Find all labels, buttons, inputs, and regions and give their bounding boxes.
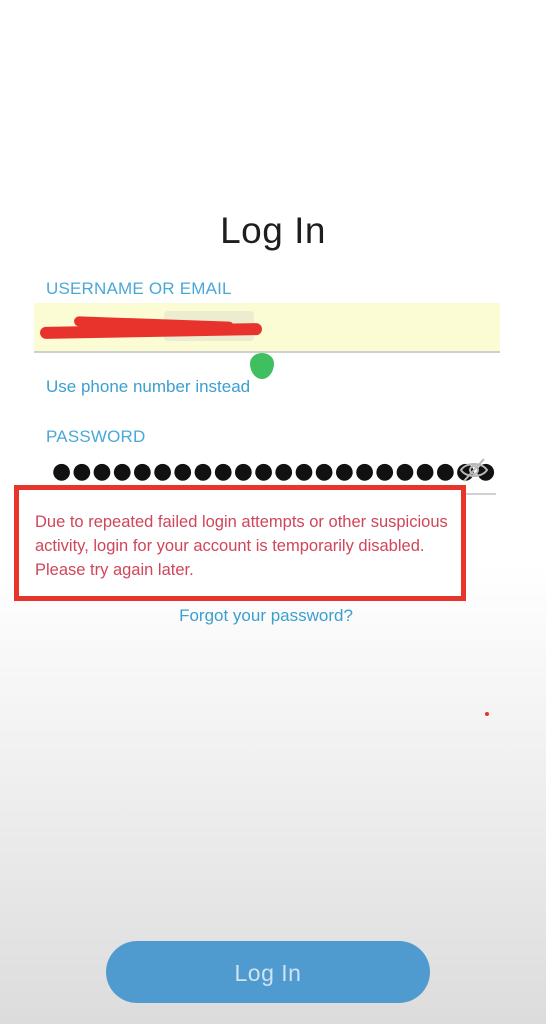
error-message: Due to repeated failed login attempts or… [35,513,448,579]
eye-slash-icon[interactable] [458,455,490,485]
forgot-password-link[interactable]: Forgot your password? [0,606,532,626]
error-message-box: Due to repeated failed login attempts or… [14,485,466,601]
page-title: Log In [220,210,326,251]
username-label: USERNAME OR EMAIL [46,279,232,298]
text-cursor-handle[interactable] [250,353,274,379]
password-label: PASSWORD [46,427,146,446]
username-input[interactable] [34,303,500,353]
login-button[interactable]: Log In [106,941,430,1003]
use-phone-number-link[interactable]: Use phone number instead [46,377,250,397]
password-masked-value: ●●●●●●●●●●●●●●●●●●●●●● [52,459,497,484]
annotation-dot [485,712,489,716]
